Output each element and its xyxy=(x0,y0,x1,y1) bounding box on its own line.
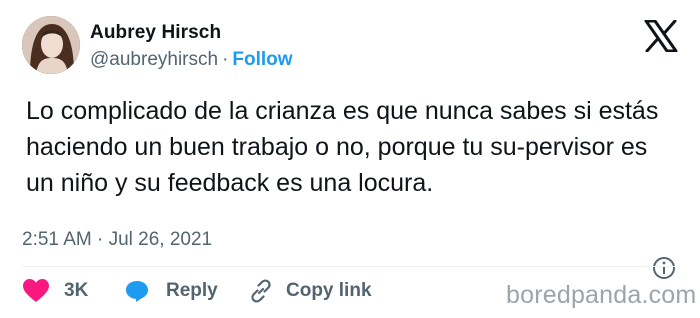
divider xyxy=(22,266,676,267)
avatar[interactable] xyxy=(22,16,80,74)
like-button[interactable]: 3K xyxy=(22,277,88,305)
watermark: boredpanda.com xyxy=(506,281,697,309)
follow-button[interactable]: Follow xyxy=(232,49,292,70)
author-handle-row: @aubreyhirsch · Follow xyxy=(90,49,293,71)
heart-icon xyxy=(22,278,50,304)
reply-button[interactable]: Reply xyxy=(124,277,218,305)
copy-link-button[interactable]: Copy link xyxy=(248,277,372,305)
x-logo-icon[interactable] xyxy=(644,19,678,53)
reply-label: Reply xyxy=(166,280,218,301)
tweet-timestamp[interactable]: 2:51 AM · Jul 26, 2021 xyxy=(22,229,212,251)
like-count: 3K xyxy=(64,280,89,301)
tweet-text: Lo complicado de la crianza es que nunca… xyxy=(26,97,659,197)
link-icon xyxy=(248,278,274,304)
tweet-card: Aubrey Hirsch @aubreyhirsch · Follow Lo co… xyxy=(0,0,700,318)
reply-bubble-icon xyxy=(124,279,150,303)
author-name[interactable]: Aubrey Hirsch xyxy=(90,22,221,44)
author-handle[interactable]: @aubreyhirsch xyxy=(90,49,218,70)
handle-separator: · xyxy=(222,49,229,70)
copy-link-label: Copy link xyxy=(286,280,372,301)
